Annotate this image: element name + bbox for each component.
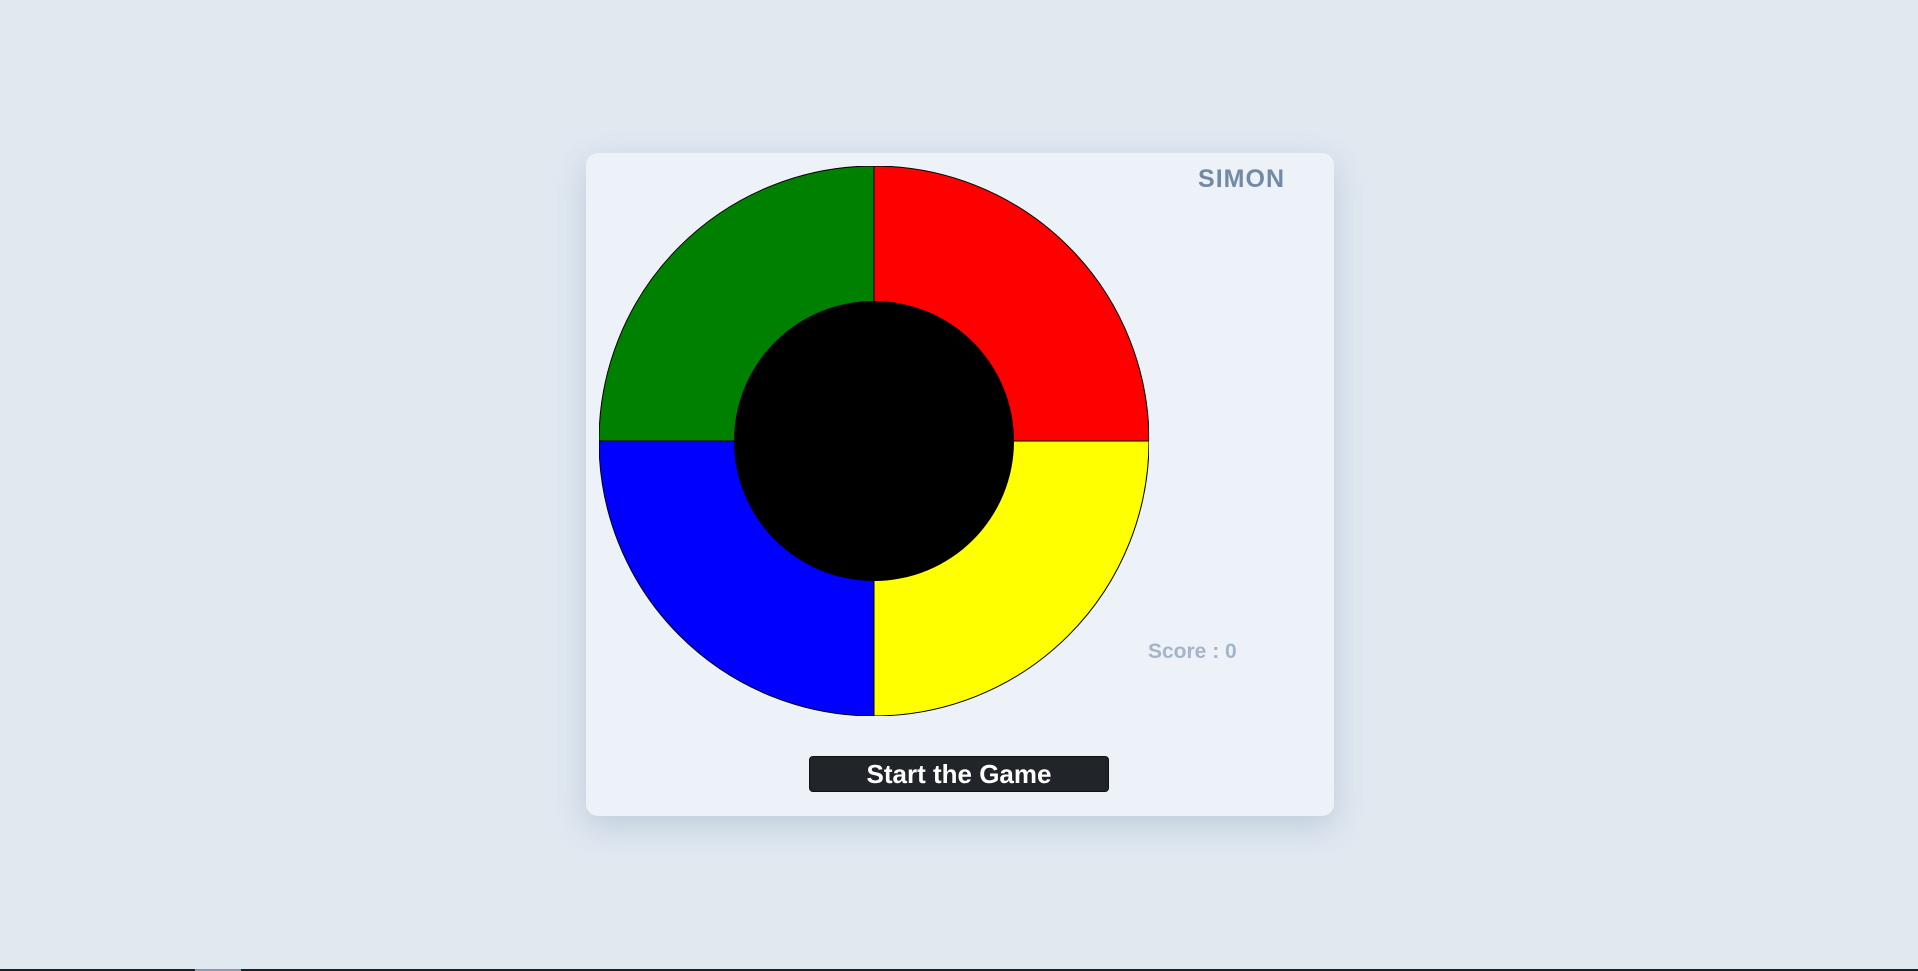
game-title: SIMON [1198, 165, 1285, 193]
center-circle [734, 301, 1014, 581]
start-game-button[interactable]: Start the Game [809, 756, 1109, 792]
score-display: Score : 0 [1148, 640, 1237, 663]
simon-board-svg [599, 166, 1149, 716]
simon-board [599, 166, 1149, 716]
game-card: SIMON Score : 0 Start the Game [586, 153, 1334, 816]
